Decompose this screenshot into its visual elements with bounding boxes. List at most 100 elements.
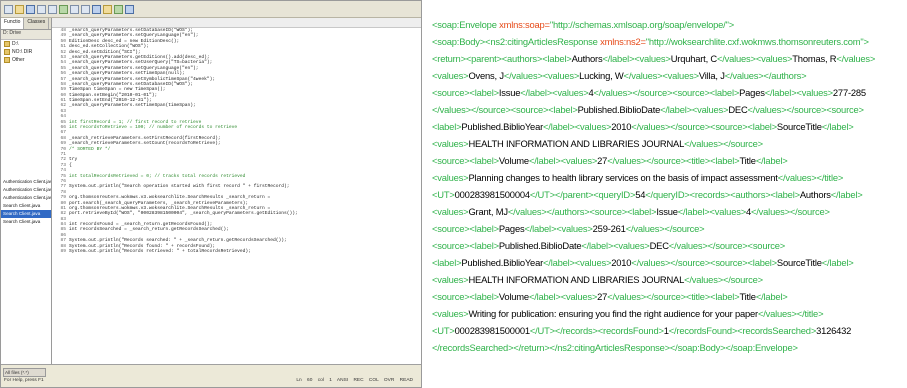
xml-attribute: xmlns:ns2= xyxy=(600,36,646,47)
new-icon[interactable] xyxy=(4,4,13,14)
xml-tag: </values></source><source><label> xyxy=(432,104,578,115)
xml-value: 27 xyxy=(597,291,608,302)
xml-line: <values>Grant, MJ</values></authors><sou… xyxy=(432,203,902,220)
xml-value: 277-285 xyxy=(832,87,866,98)
xml-value: Thomas, R xyxy=(792,53,837,64)
xml-value: Volume xyxy=(498,291,529,302)
xml-tag: </values></title> xyxy=(777,172,844,183)
run-icon[interactable] xyxy=(125,4,134,14)
xml-value: SourceTitle xyxy=(776,257,822,268)
file-item[interactable]: Search Client.java xyxy=(1,218,51,226)
code-text: int recordsSearched = _search_return.get… xyxy=(69,227,229,233)
code-text: int totalRecordsRetrieved = 0; // tracks… xyxy=(69,173,246,179)
tree-item-label: Other xyxy=(12,57,25,63)
code-area[interactable]: 48 _search_queryParameters.setDatabaseID… xyxy=(52,28,421,365)
xml-tag: </label><values> xyxy=(660,104,729,115)
xml-value: Writing for publication: ensuring you fi… xyxy=(468,308,758,319)
xml-line: <values>Writing for publication: ensurin… xyxy=(432,305,902,322)
xml-tag: </label><values> xyxy=(543,257,612,268)
xml-tag: </values></source><title><label> xyxy=(607,155,740,166)
redo-icon[interactable] xyxy=(81,4,90,14)
replace-icon[interactable] xyxy=(103,4,112,14)
xml-line: <soap:Envelope xmlns:soap="http://schema… xyxy=(432,16,902,33)
file-item-selected[interactable]: Search Client.java xyxy=(1,210,51,218)
file-item[interactable]: Authentication Client.java xyxy=(1,194,51,202)
file-list: Authentication Client.java Authenticatio… xyxy=(1,178,51,226)
xml-tag: </label><values> xyxy=(581,240,650,251)
file-filter-select[interactable]: All files (*.*) xyxy=(3,368,46,377)
tree-item[interactable]: NO:\ DIR xyxy=(1,48,51,56)
code-text: System.out.println("Records retrieved: "… xyxy=(69,249,251,255)
xml-value: 2010 xyxy=(611,121,632,132)
xml-tag: <return><parent><authors><label> xyxy=(432,53,572,64)
xml-tag: </values></authors><source><label> xyxy=(507,206,657,217)
tree-item[interactable]: Other xyxy=(1,56,51,64)
editor-ruler xyxy=(52,18,421,28)
xml-value: 2010 xyxy=(611,257,632,268)
status-indicators: Ln 60 col 1 ANSI REC COL OVR READ xyxy=(296,378,413,383)
xml-line: <return><parent><authors><label>Authors<… xyxy=(432,50,902,67)
status-bar: All files (*.*) For Help, press F1 Ln 60… xyxy=(1,364,421,387)
file-browser-panel: Functio Classes D: Drive D:\ NO:\ DIR Ot… xyxy=(1,18,52,365)
open-icon[interactable] xyxy=(15,4,24,14)
xml-tag: </values></source><source> xyxy=(668,240,786,251)
code-editor[interactable]: 48 _search_queryParameters.setDatabaseID… xyxy=(52,18,421,365)
tree-item-label: D:\ xyxy=(12,41,19,47)
build-icon[interactable] xyxy=(114,4,123,14)
xml-tag: </label><values> xyxy=(528,155,598,166)
xml-tag: </UT></records><recordsFound> xyxy=(529,325,664,336)
file-item[interactable]: Authentication Client.java xyxy=(1,186,51,194)
find-icon[interactable] xyxy=(92,4,101,14)
xml-tag: </values><values> xyxy=(716,53,793,64)
tree-item[interactable]: D:\ xyxy=(1,40,51,48)
save-icon[interactable] xyxy=(26,4,35,14)
xml-tag: <values> xyxy=(432,308,469,319)
xml-value: Title xyxy=(739,291,756,302)
xml-tag: </values><values> xyxy=(503,70,580,81)
xml-value: 259-261 xyxy=(592,223,626,234)
xml-tag: </values> xyxy=(836,53,876,64)
xml-value: Published.BiblioDate xyxy=(498,240,582,251)
file-item[interactable]: Search Client.java xyxy=(1,202,51,210)
undo-icon[interactable] xyxy=(70,4,79,14)
tree-item-label: NO:\ DIR xyxy=(12,49,33,55)
xml-tag: <UT> xyxy=(432,189,455,200)
xml-attribute: xmlns:soap= xyxy=(499,19,550,30)
xml-line: <label>Published.BiblioYear</label><valu… xyxy=(432,118,902,135)
file-item[interactable]: Authentication Client.java xyxy=(1,178,51,186)
xml-value: Planning changes to health library servi… xyxy=(468,172,778,183)
xml-tag: </label><values> xyxy=(677,206,746,217)
paste-icon[interactable] xyxy=(59,4,68,14)
xml-tag: </label><values> xyxy=(524,223,593,234)
xml-tag: "http://woksearchlite.cxf.wokmws.thomson… xyxy=(645,36,869,47)
xml-value: Urquhart, C xyxy=(670,53,717,64)
folder-tree: D:\ NO:\ DIR Other xyxy=(1,40,51,64)
xml-tag: <source><label> xyxy=(432,87,499,98)
ide-window: Functio Classes D: Drive D:\ NO:\ DIR Ot… xyxy=(0,0,422,388)
xml-line: <values>Ovens, J</values><values>Lucking… xyxy=(432,67,902,84)
copy-icon[interactable] xyxy=(48,4,57,14)
drive-selector[interactable]: D: Drive xyxy=(1,30,51,40)
folder-icon xyxy=(4,56,10,63)
xml-line: <values>Planning changes to health libra… xyxy=(432,169,902,186)
xml-line: </recordsSearched></return></ns2:citingA… xyxy=(432,339,902,356)
xml-line: <source><label>Volume</label><values>27<… xyxy=(432,288,902,305)
xml-value: Published.BiblioYear xyxy=(461,121,544,132)
code-text: int recordsToRetrieve = 100; // number o… xyxy=(69,125,238,131)
xml-value: DEC xyxy=(649,240,669,251)
xml-tag: </values></title> xyxy=(757,308,824,319)
xml-tag: <values> xyxy=(432,172,469,183)
xml-tag: "http://schemas.xmlsoap.org/soap/envelop… xyxy=(549,19,734,30)
code-text: _search_queryParameters.setTimeSpan(time… xyxy=(69,103,196,109)
xml-value: Issue xyxy=(656,206,678,217)
xml-value: Title xyxy=(739,155,756,166)
xml-line: <UT>000283981500004</UT></parent><queryI… xyxy=(432,186,902,203)
xml-tag: </recordsFound><recordsSearched> xyxy=(668,325,817,336)
tab-functions[interactable]: Functio xyxy=(1,18,25,29)
tab-classes[interactable]: Classes xyxy=(24,18,50,29)
xml-tag: <values> xyxy=(432,138,469,149)
cut-icon[interactable] xyxy=(37,4,46,14)
xml-tag: <source><label> xyxy=(432,240,499,251)
xml-tag: </label><values> xyxy=(764,87,833,98)
xml-tag: </label><values> xyxy=(528,291,598,302)
